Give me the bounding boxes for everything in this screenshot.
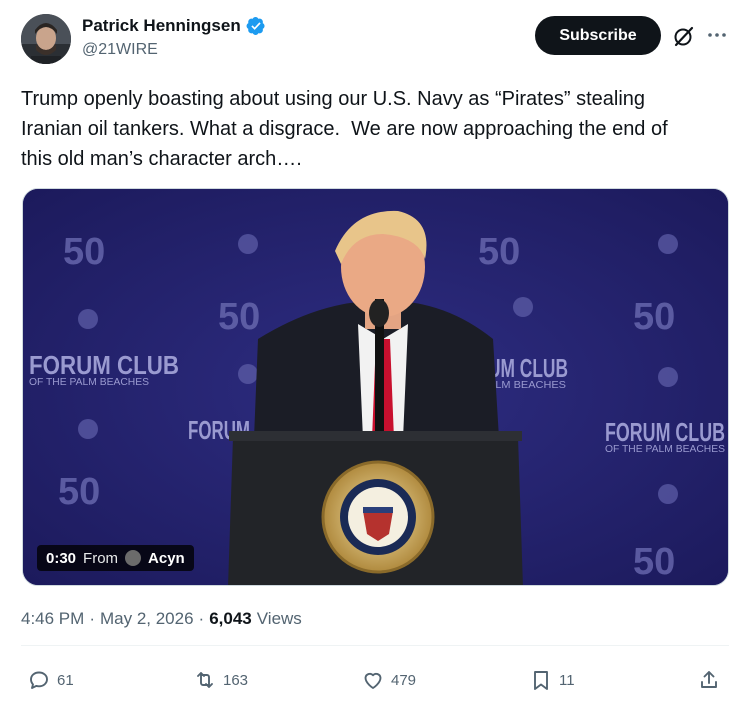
tweet-meta: 4:46 PM · May 2, 2026 · 6,043 Views <box>21 609 302 629</box>
author-handle[interactable]: @21WIRE <box>82 41 266 59</box>
reply-count: 61 <box>57 671 74 689</box>
more-options-icon[interactable] <box>706 24 728 46</box>
source-avatar-icon <box>125 550 142 566</box>
presidential-seal <box>321 460 435 574</box>
backdrop-palm-partial-text: ALM BEACHES <box>488 380 566 391</box>
like-count: 479 <box>391 671 417 689</box>
author-block: Patrick Henningsen @21WIRE <box>82 16 266 59</box>
views-count: 6,043 <box>209 609 252 628</box>
repost-icon <box>197 672 213 688</box>
bookmark-count: 11 <box>559 671 575 689</box>
like-button[interactable]: 479 <box>361 668 416 692</box>
bookmark-icon <box>534 671 548 690</box>
meta-separator: · <box>198 609 205 628</box>
repost-count: 163 <box>223 671 249 689</box>
backdrop-fifty-logo: 50 <box>63 231 105 273</box>
backdrop-forum-club-text: FORUM CLUB <box>29 350 179 380</box>
reply-icon <box>30 671 48 689</box>
share-button[interactable] <box>697 668 721 692</box>
tweet-date[interactable]: May 2, 2026 <box>100 609 194 629</box>
divider <box>21 645 729 646</box>
reply-button[interactable]: 61 <box>27 668 74 692</box>
video-frame: 50 50 50 50 50 50 FORUM CLUB OF THE PALM… <box>23 189 728 585</box>
share-icon <box>701 671 717 688</box>
video-player[interactable]: 50 50 50 50 50 50 FORUM CLUB OF THE PALM… <box>22 188 729 586</box>
repost-button[interactable]: 163 <box>193 668 248 692</box>
video-duration-badge: 0:30 From Acyn <box>37 545 194 571</box>
heart-icon <box>364 672 382 689</box>
backdrop-forum-club-text: FORUM CLUB <box>605 417 725 447</box>
verified-badge-icon[interactable] <box>246 16 266 36</box>
tweet-time[interactable]: 4:46 PM <box>21 609 84 629</box>
backdrop-fifty-logo: 50 <box>478 231 520 273</box>
video-source[interactable]: Acyn <box>148 550 185 567</box>
grok-icon[interactable] <box>672 24 696 48</box>
subscribe-button[interactable]: Subscribe <box>535 16 661 55</box>
views-label: Views <box>256 609 302 628</box>
bookmark-button[interactable]: 11 <box>529 668 575 692</box>
tweet-text: Trump openly boasting about using our U.… <box>21 88 668 170</box>
video-from-label: From <box>83 549 119 567</box>
video-duration: 0:30 <box>46 549 77 567</box>
action-bar: 61 163 479 11 <box>21 668 729 698</box>
backdrop-fifty-logo: 50 <box>218 296 260 338</box>
backdrop-fifty-logo: 50 <box>58 471 100 513</box>
backdrop-palm-beaches-text: OF THE PALM BEACHES <box>29 377 149 388</box>
backdrop-fifty-logo: 50 <box>633 296 675 338</box>
backdrop-palm-beaches-text: OF THE PALM BEACHES <box>605 444 725 455</box>
backdrop-fifty-logo: 50 <box>633 541 675 583</box>
backdrop-um-club-text: UM CLUB <box>488 353 568 383</box>
author-name[interactable]: Patrick Henningsen <box>82 16 241 36</box>
avatar[interactable] <box>21 14 71 64</box>
meta-separator: · <box>89 609 95 628</box>
avatar-image <box>21 14 71 64</box>
